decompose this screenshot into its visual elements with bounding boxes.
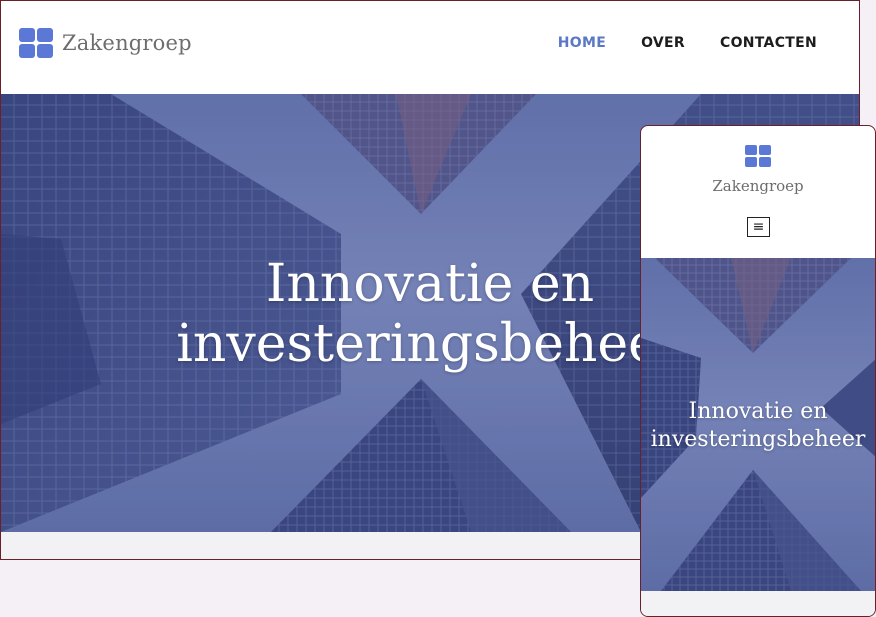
brand-name: Zakengroep bbox=[62, 31, 192, 55]
grid-logo-icon bbox=[745, 145, 771, 167]
mobile-brand-name: Zakengroep bbox=[712, 177, 804, 195]
mobile-hero-banner: Innovatie en investeringsbeheer bbox=[641, 258, 875, 591]
nav-item-home[interactable]: HOME bbox=[558, 35, 606, 51]
site-header: Zakengroep HOME OVER CONTACTEN bbox=[1, 1, 859, 94]
nav-item-over[interactable]: OVER bbox=[641, 35, 685, 51]
mobile-header: Zakengroep ≡ bbox=[641, 126, 875, 258]
main-nav: HOME OVER CONTACTEN bbox=[523, 35, 817, 51]
mobile-footer-strip bbox=[641, 591, 875, 616]
hamburger-menu-icon[interactable]: ≡ bbox=[747, 217, 770, 237]
site-logo[interactable]: Zakengroep bbox=[19, 28, 192, 58]
mobile-hero-title: Innovatie en investeringsbeheer bbox=[650, 399, 866, 452]
mobile-mockup: Zakengroep ≡ Innovatie en investeringsbe… bbox=[640, 125, 876, 617]
grid-logo-icon bbox=[19, 28, 53, 58]
mobile-logo[interactable] bbox=[745, 145, 771, 167]
nav-item-contacten[interactable]: CONTACTEN bbox=[720, 35, 817, 51]
